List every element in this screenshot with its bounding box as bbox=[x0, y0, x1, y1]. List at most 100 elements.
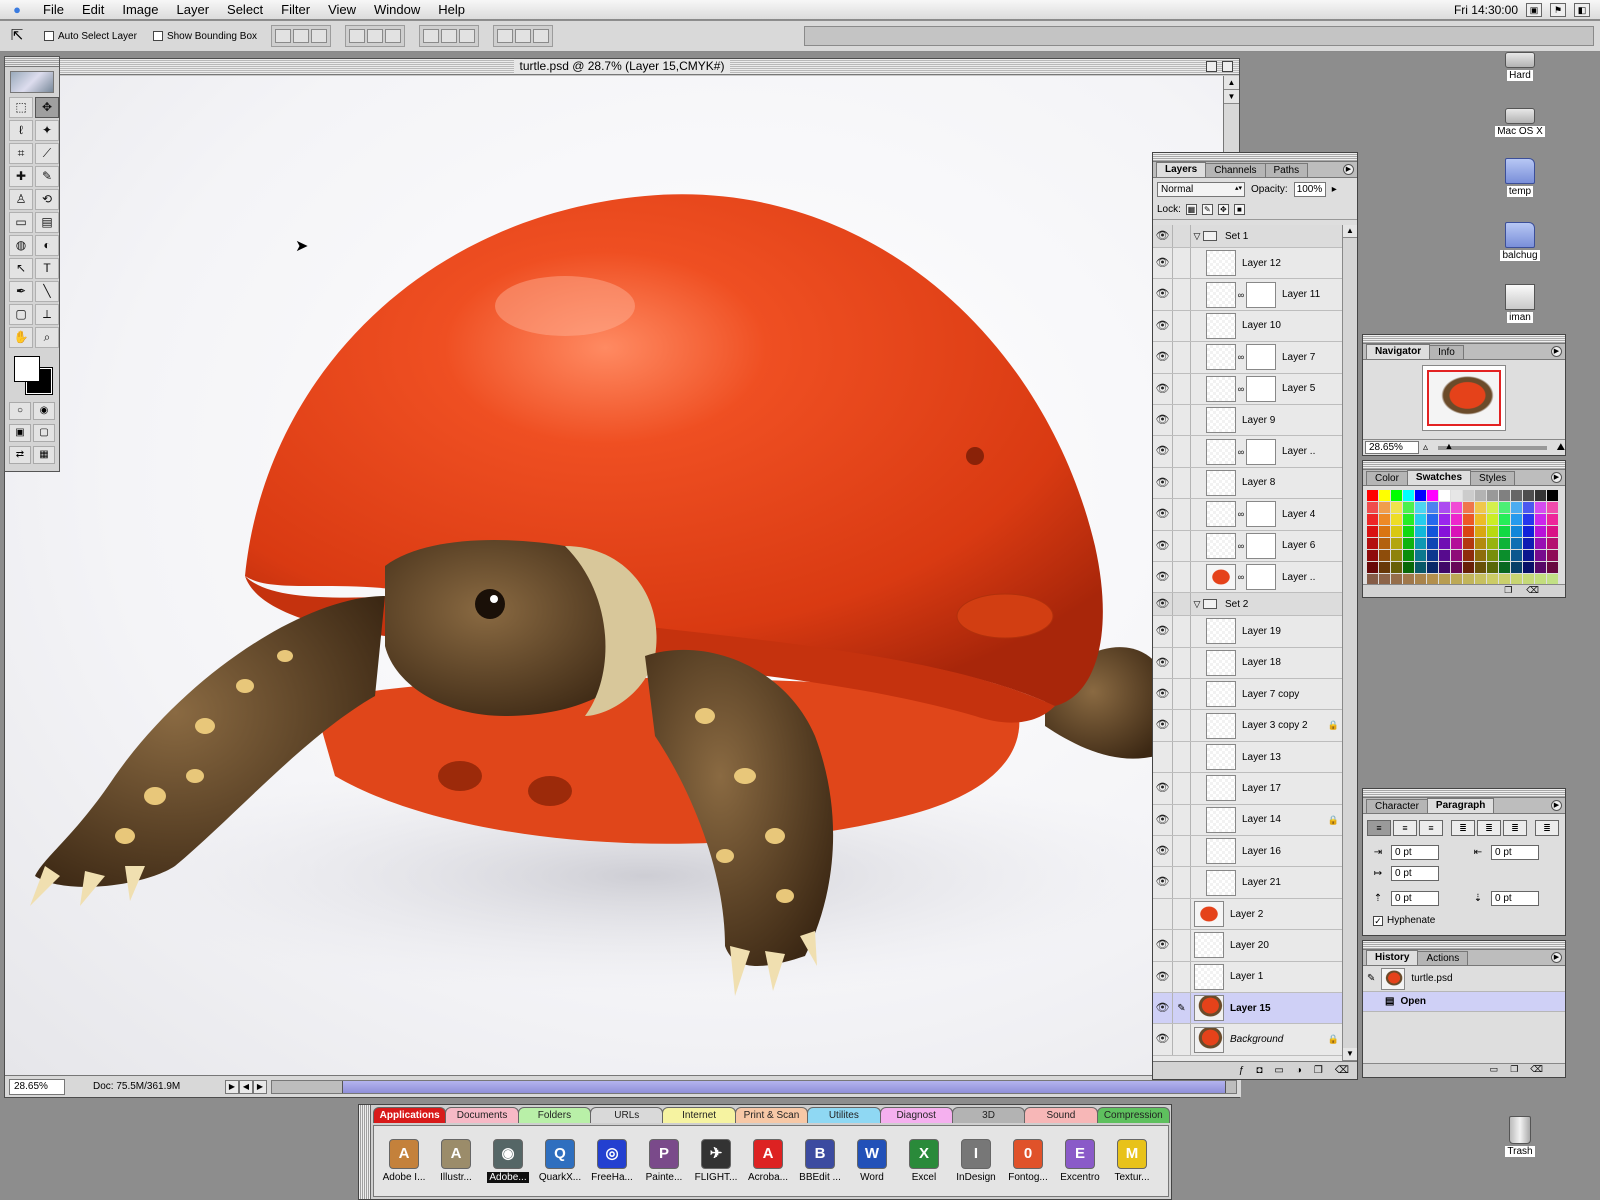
tab-character[interactable]: Character bbox=[1366, 799, 1428, 813]
swatch[interactable] bbox=[1535, 538, 1546, 549]
swatch[interactable] bbox=[1367, 490, 1378, 501]
layers-titlebar[interactable] bbox=[1153, 153, 1357, 162]
link-slot[interactable] bbox=[1173, 499, 1191, 530]
disclosure-triangle-icon[interactable]: ▽ bbox=[1191, 599, 1203, 610]
swatch[interactable] bbox=[1499, 502, 1510, 513]
swatch[interactable] bbox=[1415, 562, 1426, 573]
collapse-box-icon[interactable] bbox=[1206, 61, 1217, 72]
eye-icon[interactable]: 👁 bbox=[1153, 804, 1173, 836]
link-slot[interactable] bbox=[1173, 279, 1191, 310]
eye-icon[interactable]: 👁 bbox=[1153, 992, 1173, 1024]
dodge-tool-icon[interactable]: ◐ bbox=[35, 235, 59, 256]
opacity-field[interactable]: 100% bbox=[1293, 181, 1326, 197]
launcher-tab-internet[interactable]: Internet bbox=[662, 1107, 736, 1123]
palette-menu-icon[interactable]: ▶ bbox=[1551, 346, 1562, 357]
swatch[interactable] bbox=[1415, 538, 1426, 549]
menu-filter[interactable]: Filter bbox=[272, 0, 319, 20]
align-center-text-icon[interactable]: ≡ bbox=[1393, 820, 1417, 836]
layer-set-row[interactable]: 👁 ▽ Set 2 bbox=[1153, 593, 1343, 617]
link-slot[interactable] bbox=[1173, 342, 1191, 373]
eye-icon[interactable]: 👁 bbox=[1153, 467, 1173, 499]
link-slot[interactable] bbox=[1173, 373, 1191, 404]
first-line-field[interactable]: 0 pt bbox=[1391, 866, 1439, 881]
scroll-down-icon[interactable]: ▼ bbox=[1343, 1048, 1357, 1061]
swatch[interactable] bbox=[1451, 526, 1462, 537]
launcher-app[interactable]: B BBEdit ... bbox=[794, 1139, 846, 1183]
swatch[interactable] bbox=[1391, 538, 1402, 549]
launcher-tab-compression[interactable]: Compression bbox=[1096, 1107, 1170, 1123]
tab-paragraph[interactable]: Paragraph bbox=[1426, 798, 1495, 813]
swatch[interactable] bbox=[1391, 526, 1402, 537]
desktop-icon-trash[interactable]: Trash bbox=[1490, 1116, 1550, 1157]
swatch[interactable] bbox=[1403, 550, 1414, 561]
layer-row[interactable]: 👁 Layer 20 bbox=[1153, 930, 1343, 962]
link-slot[interactable] bbox=[1173, 616, 1191, 647]
swatch[interactable] bbox=[1415, 550, 1426, 561]
hand-tool-icon[interactable]: ✋ bbox=[9, 327, 33, 348]
swatch[interactable] bbox=[1511, 550, 1522, 561]
navigator-titlebar[interactable] bbox=[1363, 335, 1565, 344]
zoom-tool-icon[interactable]: ⌕ bbox=[35, 327, 59, 348]
zoom-in-icon[interactable]: ⛰ bbox=[1557, 442, 1565, 453]
photoshop-logo[interactable] bbox=[10, 71, 54, 93]
eye-icon[interactable]: 👁 bbox=[1153, 679, 1173, 710]
swatch[interactable] bbox=[1511, 562, 1522, 573]
swatch[interactable] bbox=[1547, 490, 1558, 501]
horizontal-scrollbar[interactable] bbox=[271, 1079, 1237, 1094]
swatch[interactable] bbox=[1523, 550, 1534, 561]
swatch[interactable] bbox=[1391, 562, 1402, 573]
palette-well[interactable] bbox=[804, 26, 1594, 46]
chain-link-icon[interactable]: ∞ bbox=[1236, 290, 1246, 300]
swatch[interactable] bbox=[1451, 490, 1462, 501]
swatch[interactable] bbox=[1367, 538, 1378, 549]
eye-icon[interactable]: 👁 bbox=[1153, 961, 1173, 992]
layer-row[interactable]: 👁 Layer 17 bbox=[1153, 773, 1343, 805]
launcher-app[interactable]: 0 Fontog... bbox=[1002, 1139, 1054, 1183]
clock[interactable]: Fri 14:30:00 bbox=[1454, 3, 1518, 17]
image-canvas[interactable]: ➤ bbox=[5, 76, 1224, 1076]
swatch[interactable] bbox=[1439, 538, 1450, 549]
menu-layer[interactable]: Layer bbox=[168, 0, 219, 20]
navigator-preview[interactable] bbox=[1422, 365, 1506, 431]
justify-all-icon[interactable]: ≣ bbox=[1535, 820, 1559, 836]
opacity-arrow-icon[interactable]: ▸ bbox=[1332, 184, 1337, 195]
swatch[interactable] bbox=[1427, 502, 1438, 513]
swatch[interactable] bbox=[1367, 526, 1378, 537]
swatch[interactable] bbox=[1379, 490, 1390, 501]
launcher-app[interactable]: ◉ Adobe... bbox=[482, 1139, 534, 1183]
zoom-out-icon[interactable]: ▵ bbox=[1423, 442, 1428, 453]
zoom-field[interactable]: 28.65% bbox=[9, 1078, 65, 1095]
swatch[interactable] bbox=[1463, 538, 1474, 549]
launcher-app[interactable]: E Excentro bbox=[1054, 1139, 1106, 1183]
swatch[interactable] bbox=[1463, 562, 1474, 573]
eye-icon[interactable]: 👁 bbox=[1153, 248, 1173, 279]
link-slot[interactable] bbox=[1173, 404, 1191, 436]
zoom-slider[interactable]: ▲ bbox=[1438, 441, 1547, 451]
swatch[interactable] bbox=[1499, 514, 1510, 525]
eraser-tool-icon[interactable]: ▭ bbox=[9, 212, 33, 233]
swatch[interactable] bbox=[1535, 550, 1546, 561]
swatch[interactable] bbox=[1547, 514, 1558, 525]
launcher-tab-sound[interactable]: Sound bbox=[1024, 1107, 1098, 1123]
layer-row[interactable]: 👁 Layer 9 bbox=[1153, 404, 1343, 437]
swatch[interactable] bbox=[1523, 562, 1534, 573]
palette-menu-icon[interactable]: ▶ bbox=[1343, 164, 1354, 175]
eye-icon[interactable]: 👁 bbox=[1153, 530, 1173, 561]
tab-swatches[interactable]: Swatches bbox=[1406, 470, 1472, 485]
layer-row[interactable]: 👁 Layer 1 bbox=[1153, 961, 1343, 993]
desktop-icon-balchug[interactable]: balchug bbox=[1490, 222, 1550, 261]
swatch[interactable] bbox=[1475, 538, 1486, 549]
view-box[interactable] bbox=[1427, 370, 1501, 426]
swatch[interactable] bbox=[1487, 514, 1498, 525]
palette-menu-icon[interactable]: ▶ bbox=[1551, 800, 1562, 811]
link-slot[interactable] bbox=[1173, 561, 1191, 593]
path-selection-tool-icon[interactable]: ↖ bbox=[9, 258, 33, 279]
eye-icon[interactable]: 👁 bbox=[1153, 1024, 1173, 1055]
eye-icon[interactable] bbox=[1153, 741, 1173, 773]
swatch[interactable] bbox=[1463, 550, 1474, 561]
new-swatch-icon[interactable]: ❐ bbox=[1504, 585, 1526, 595]
swatch[interactable] bbox=[1379, 514, 1390, 525]
link-slot[interactable] bbox=[1173, 961, 1191, 992]
eye-icon[interactable]: 👁 bbox=[1153, 836, 1173, 867]
screen-mode-icon[interactable]: ▣ bbox=[9, 424, 31, 442]
